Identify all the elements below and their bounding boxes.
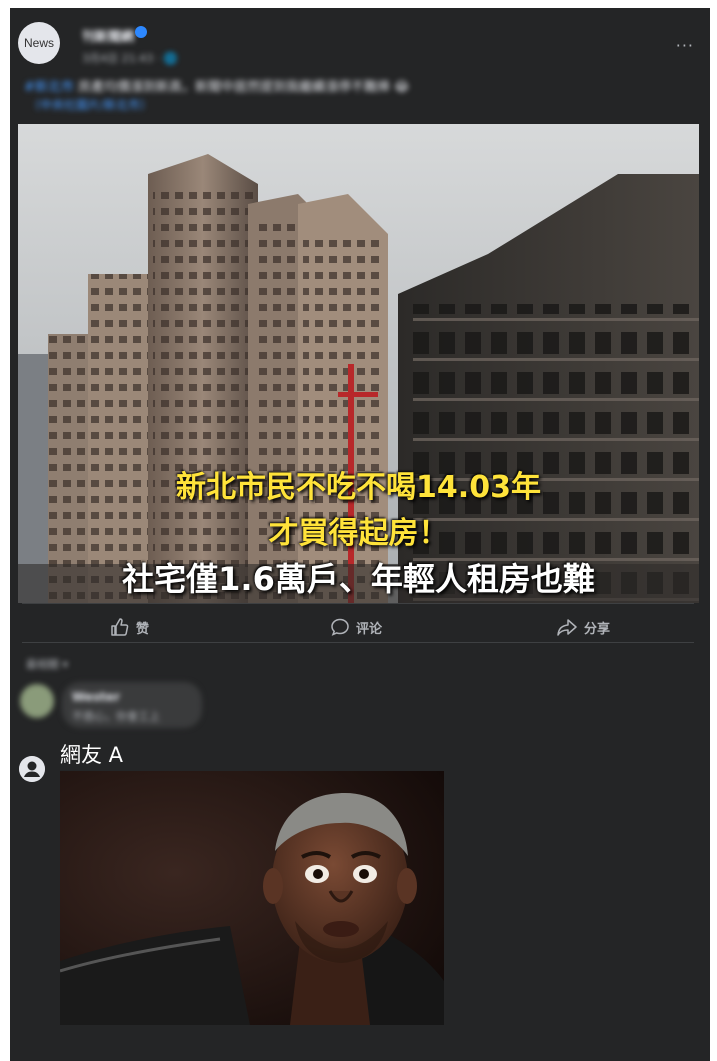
share-label: 分享: [584, 621, 611, 637]
page-avatar[interactable]: News: [18, 22, 60, 64]
comment-bubble: Wester 不擔心，你會工上: [62, 682, 202, 728]
post-image[interactable]: 新北市民不吃不喝14.03年 才買得起房！ 社宅僅1.6萬戶、年輕人租房也難: [18, 124, 699, 603]
user-avatar-icon: [19, 756, 45, 782]
commenter-name[interactable]: Wester: [72, 690, 120, 704]
overlay-headline-2: 才買得起房！: [268, 516, 449, 551]
reaction-meme-image[interactable]: [60, 771, 444, 1025]
person-silhouette-icon: [19, 756, 45, 782]
post-card: News 刊新聞網 3月4日 21:43 · 🌐 ··· #新北市 房產均價漲到…: [10, 8, 710, 1061]
post-header: News 刊新聞網 3月4日 21:43 · 🌐 ··· #新北市 房產均價漲到…: [10, 8, 710, 120]
more-options-icon[interactable]: ···: [676, 36, 694, 55]
divider-bottom: [22, 642, 694, 643]
comment-button[interactable]: 评论: [330, 614, 382, 640]
comment-label: 评论: [356, 621, 383, 637]
like-label: 赞: [136, 621, 150, 637]
like-button[interactable]: 赞: [110, 614, 149, 640]
netizen-name: 網友 A: [60, 743, 124, 767]
commenter-avatar[interactable]: [20, 684, 54, 718]
comment-sort-dropdown[interactable]: 最相關 ▾: [26, 656, 68, 672]
overlay-headline-3: 社宅僅1.6萬戶、年輕人租房也難: [122, 560, 595, 598]
caption-link[interactable]: （中央社圖片/新北市）: [28, 96, 152, 113]
divider-top: [22, 603, 694, 604]
post-caption: #新北市 房產均價漲到新高，新聞中居然提到我繼續漲停不難捧 😂: [24, 76, 409, 95]
post-timestamp[interactable]: 3月4日 21:43 · 🌐: [82, 50, 177, 66]
caption-text: 房產均價漲到新高，新聞中居然提到我繼續漲停不難捧 😂: [73, 80, 410, 95]
action-bar: 赞 评论 分享: [10, 610, 710, 646]
avatar-label: News: [23, 36, 54, 50]
surprised-face-photo: [60, 771, 444, 1025]
comment-bubble-icon: [331, 618, 349, 636]
share-button[interactable]: 分享: [556, 614, 610, 640]
verified-badge-icon: [135, 26, 147, 38]
caption-hashtag[interactable]: #新北市: [24, 80, 74, 95]
thumbs-up-icon: [111, 618, 129, 636]
overlay-headline-1: 新北市民不吃不喝14.03年: [176, 470, 541, 505]
page-name[interactable]: 刊新聞網: [82, 26, 134, 45]
comment-text: 不擔心，你會工上: [72, 710, 160, 723]
share-arrow-icon: [557, 619, 577, 636]
